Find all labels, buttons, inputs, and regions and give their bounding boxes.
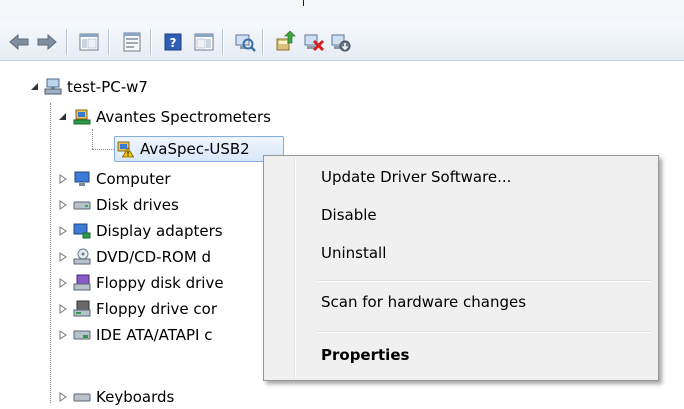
computer-icon: [73, 170, 91, 188]
menu-item-label: Update Driver Software...: [321, 168, 512, 186]
computer-network-icon: [44, 78, 62, 96]
menu-item-label: Uninstall: [321, 244, 387, 262]
collapsed-triangle-icon[interactable]: [58, 278, 68, 288]
toolbar: ?: [0, 22, 684, 61]
disk-drive-icon: [73, 196, 91, 214]
toolbar-separator: [66, 29, 67, 55]
collapsed-triangle-icon[interactable]: [58, 226, 68, 236]
tree-item[interactable]: Display adapters: [0, 219, 260, 243]
menu-item-update-driver[interactable]: Update Driver Software...: [267, 160, 655, 194]
device-warning-icon: [116, 140, 134, 158]
toolbar-separator: [108, 29, 109, 55]
menu-item-uninstall[interactable]: Uninstall: [267, 236, 655, 270]
tree-item[interactable]: Floppy disk drive: [0, 271, 260, 295]
tree-item[interactable]: Disk drives: [0, 193, 260, 217]
keyboard-icon: [73, 388, 91, 406]
tree-item-label: Floppy drive cor: [96, 300, 217, 318]
tree-item-label: Avantes Spectrometers: [96, 108, 271, 126]
tree-item[interactable]: Keyboards: [0, 385, 260, 409]
collapsed-triangle-icon[interactable]: [58, 330, 68, 340]
tree-item-label: Computer: [96, 170, 171, 188]
properties-icon[interactable]: [121, 31, 143, 53]
collapsed-triangle-icon[interactable]: [58, 200, 68, 210]
toolbar-separator: [150, 29, 151, 55]
tree-item-label: Display adapters: [96, 222, 223, 240]
scan-hardware-changes-icon[interactable]: [234, 31, 256, 53]
tree-item[interactable]: Computer: [0, 167, 260, 191]
tree-root[interactable]: test-PC-w7: [0, 75, 300, 99]
show-action-pane-icon[interactable]: [193, 31, 215, 53]
dvd-drive-icon: [73, 248, 91, 266]
menu-item-disable[interactable]: Disable: [267, 198, 655, 232]
back-arrow-icon[interactable]: [8, 31, 30, 53]
tree-item-label: Keyboards: [96, 388, 175, 406]
floppy-controller-icon: [73, 300, 91, 318]
tree-item-label: DVD/CD-ROM d: [96, 248, 212, 266]
tree-item-label: AvaSpec-USB2: [140, 140, 250, 158]
tree-item[interactable]: Floppy drive cor: [0, 297, 260, 321]
display-adapter-icon: [73, 222, 91, 240]
collapsed-triangle-icon[interactable]: [58, 252, 68, 262]
toolbar-separator: [222, 29, 223, 55]
spectrometer-category-icon: [73, 108, 91, 126]
tree-item-selected[interactable]: AvaSpec-USB2: [0, 137, 290, 161]
tree-item-label: test-PC-w7: [67, 78, 148, 96]
tree-item-label: Floppy disk drive: [96, 274, 224, 292]
tree-item[interactable]: IDE ATA/ATAPI c: [0, 323, 260, 347]
menu-item-properties[interactable]: Properties: [267, 338, 655, 372]
menu-bar-strip: [0, 0, 684, 22]
show-hide-console-tree-icon[interactable]: [78, 31, 100, 53]
forward-arrow-icon[interactable]: [36, 31, 58, 53]
uninstall-icon[interactable]: [303, 31, 325, 53]
menu-item-scan-hardware[interactable]: Scan for hardware changes: [267, 285, 655, 319]
expanded-triangle-icon[interactable]: [58, 112, 68, 122]
svg-text:?: ?: [170, 36, 177, 50]
toolbar-separator: [262, 29, 263, 55]
collapsed-triangle-icon[interactable]: [58, 304, 68, 314]
menu-item-label: Disable: [321, 206, 377, 224]
tree-item[interactable]: Avantes Spectrometers: [0, 105, 320, 129]
menu-item-label: Properties: [321, 346, 410, 364]
context-menu: Update Driver Software... Disable Uninst…: [263, 155, 659, 381]
disable-device-icon[interactable]: [330, 31, 352, 53]
floppy-disk-icon: [73, 274, 91, 292]
tree-item[interactable]: DVD/CD-ROM d: [0, 245, 260, 269]
ide-controller-icon: [73, 326, 91, 344]
expanded-triangle-icon[interactable]: [30, 82, 40, 92]
menu-item-label: Scan for hardware changes: [321, 293, 527, 311]
tree-item-label: Disk drives: [96, 196, 179, 214]
tree-item-label: IDE ATA/ATAPI c: [96, 326, 213, 344]
menu-bar-edge: [303, 0, 304, 6]
collapsed-triangle-icon[interactable]: [58, 174, 68, 184]
menu-separator: [318, 280, 651, 282]
update-driver-icon[interactable]: [274, 31, 296, 53]
menu-separator: [318, 331, 651, 333]
help-icon[interactable]: ?: [162, 31, 184, 53]
